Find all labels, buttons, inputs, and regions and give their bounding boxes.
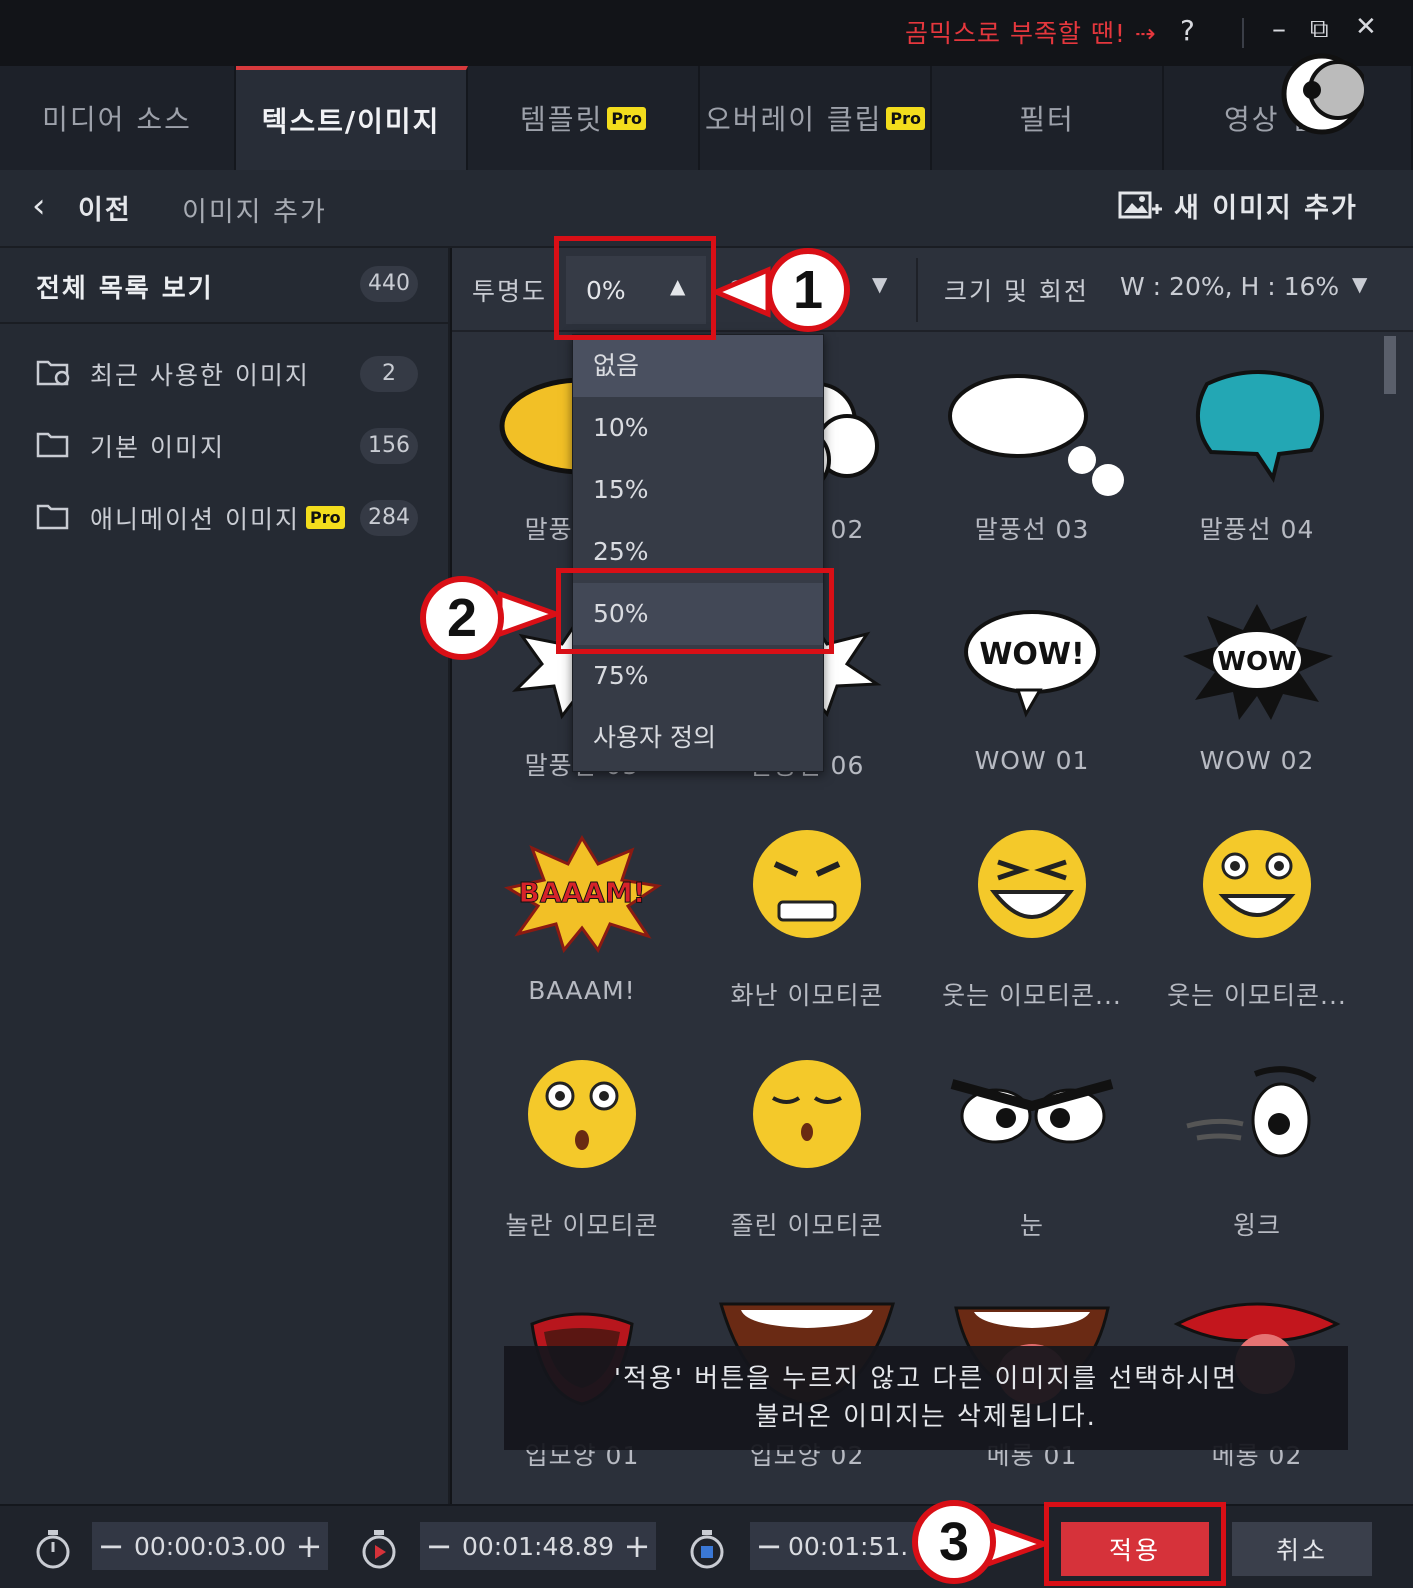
- opacity-label: 투명도: [472, 277, 548, 306]
- scrollbar[interactable]: [1384, 334, 1398, 1494]
- pro-badge: Pro: [306, 506, 345, 529]
- divider: [1242, 18, 1244, 48]
- laugh-emoji-icon: [978, 830, 1086, 938]
- folder-icon: [36, 432, 69, 458]
- sidebar-item-basic[interactable]: 기본 이미지 156: [0, 416, 450, 476]
- svg-text:WOW!: WOW!: [979, 637, 1084, 672]
- grid-item[interactable]: BAAAM! BAAAM!: [472, 824, 692, 1024]
- minimize-icon[interactable]: –: [1272, 12, 1286, 45]
- wow-burst-icon: WOW: [1183, 604, 1333, 720]
- grid-item[interactable]: 웃는 이모티콘...: [922, 824, 1142, 1024]
- grid-item[interactable]: 화난 이모티콘: [697, 824, 917, 1024]
- close-icon[interactable]: ✕: [1355, 12, 1377, 42]
- dropdown-item[interactable]: 15%: [573, 459, 823, 521]
- svg-text:BAAAM!: BAAAM!: [519, 876, 646, 909]
- folder-clock-icon: [36, 360, 70, 386]
- grid-item[interactable]: 웃는 이모티콘...: [1147, 824, 1367, 1024]
- teal-bubble-icon: [1195, 370, 1324, 483]
- grid-item[interactable]: 눈: [922, 1054, 1142, 1254]
- grid-item[interactable]: WOW! WOW 01: [922, 594, 1142, 794]
- wink-icon: [1186, 1066, 1317, 1158]
- surprised-emoji-icon: [528, 1060, 636, 1168]
- minus-icon[interactable]: −: [92, 1527, 130, 1565]
- annotation-badge: 2: [420, 576, 504, 660]
- chevron-left-icon[interactable]: ‹: [32, 186, 46, 226]
- page-title: 이미지 추가: [182, 197, 327, 228]
- annotation-box: [556, 568, 834, 654]
- stopwatch-icon: [36, 1530, 70, 1569]
- annotation-badge: 1: [766, 248, 850, 332]
- tab-media-source[interactable]: 미디어 소스: [0, 66, 236, 170]
- arrow-right-icon: ⇢: [1134, 19, 1157, 48]
- grid-item[interactable]: 졸린 이모티콘: [697, 1054, 917, 1254]
- grid-item[interactable]: 말풍선 04: [1147, 364, 1367, 564]
- annotation-arrow-icon: [712, 266, 771, 318]
- plus-icon[interactable]: +: [618, 1527, 656, 1565]
- grid-item[interactable]: 말풍선 03: [922, 364, 1142, 564]
- tab-template[interactable]: 템플릿 Pro: [468, 66, 700, 170]
- size-value[interactable]: W : 20%, H : 16%: [1120, 272, 1339, 301]
- wow-cloud-icon: WOW!: [964, 610, 1100, 718]
- opacity-dropdown: 없음 10% 15% 25% 50% 75% 사용자 정의: [572, 334, 824, 772]
- toast-message: '적용' 버튼을 누르지 않고 다른 이미지를 선택하시면 불러온 이미지는 삭…: [504, 1346, 1348, 1450]
- minus-icon[interactable]: −: [420, 1527, 458, 1565]
- grid-item[interactable]: 윙크: [1147, 1054, 1367, 1254]
- thought-bubble-icon: [948, 374, 1124, 496]
- grid-item[interactable]: WOW WOW 02: [1147, 594, 1367, 794]
- count-badge: 440: [360, 266, 418, 302]
- pro-badge: Pro: [886, 106, 926, 130]
- start-time-field[interactable]: − 00:01:48.89 +: [420, 1522, 656, 1570]
- annotation-badge: 3: [912, 1500, 996, 1584]
- help-icon[interactable]: ?: [1180, 14, 1195, 47]
- dropdown-item[interactable]: 사용자 정의: [573, 707, 823, 769]
- svg-text:WOW: WOW: [1217, 647, 1296, 677]
- plus-icon[interactable]: +: [290, 1527, 328, 1565]
- cancel-button[interactable]: 취소: [1232, 1522, 1372, 1576]
- sidebar-item-animation[interactable]: 애니메이션 이미지 Pro 284: [0, 488, 450, 548]
- add-new-image-button[interactable]: 새 이미지 추가: [1118, 186, 1358, 225]
- add-image-icon: [1118, 191, 1162, 218]
- promo-link[interactable]: 곰믹스로 부족할 땐! ⇢: [905, 14, 1157, 50]
- smile-emoji-icon: [1203, 830, 1311, 938]
- tab-text-image[interactable]: 텍스트/이미지: [236, 66, 468, 170]
- title-bar: 곰믹스로 부족할 땐! ⇢ ? – ⧉ ✕: [0, 0, 1413, 66]
- baaam-icon: BAAAM!: [504, 834, 662, 954]
- sidebar-item-all[interactable]: 전체 목록 보기 440: [0, 248, 450, 324]
- dropdown-item[interactable]: 10%: [573, 397, 823, 459]
- annotation-box: [554, 236, 716, 340]
- tab-overlay-clip[interactable]: 오버레이 클립 Pro: [700, 66, 932, 170]
- end-time-icon: [690, 1530, 724, 1569]
- annotation-arrow-icon: [497, 590, 560, 638]
- count-badge: 2: [360, 356, 418, 392]
- annotation-box: [1044, 1502, 1226, 1586]
- divider: [916, 258, 918, 322]
- scrollbar-thumb[interactable]: [1384, 336, 1396, 394]
- minus-icon[interactable]: −: [750, 1527, 788, 1565]
- sidebar-item-recent[interactable]: 최근 사용한 이미지 2: [0, 344, 450, 404]
- tab-filter[interactable]: 필터: [932, 66, 1164, 170]
- sidebar: 전체 목록 보기 440 최근 사용한 이미지 2 기본 이미지 156 애니메…: [0, 248, 450, 1504]
- sleepy-emoji-icon: [753, 1060, 861, 1168]
- count-badge: 156: [360, 428, 418, 464]
- pro-badge: Pro: [607, 106, 646, 130]
- caret-down-icon[interactable]: ▼: [1352, 272, 1367, 296]
- end-time-field[interactable]: − 00:01:51.: [750, 1522, 930, 1570]
- angry-emoji-icon: [753, 830, 861, 938]
- folder-icon: [36, 504, 69, 530]
- duration-field[interactable]: − 00:00:03.00 +: [92, 1522, 328, 1570]
- dropdown-item[interactable]: 75%: [573, 645, 823, 707]
- count-badge: 284: [360, 500, 418, 536]
- restore-icon[interactable]: ⧉: [1310, 14, 1329, 45]
- tab-bar: 미디어 소스 텍스트/이미지 템플릿 Pro 오버레이 클립 Pro 필터 영상 전: [0, 53, 1413, 170]
- size-rotation-label: 크기 및 회전: [944, 277, 1089, 306]
- caret-down-icon[interactable]: ▼: [872, 272, 887, 296]
- dropdown-item[interactable]: 없음: [573, 335, 823, 397]
- eyes-icon: [950, 1079, 1114, 1144]
- back-button[interactable]: 이전: [78, 188, 132, 227]
- cursor-overlay-icon: [1281, 53, 1364, 135]
- grid-item[interactable]: 놀란 이모티콘: [472, 1054, 692, 1254]
- start-time-icon: [362, 1530, 396, 1569]
